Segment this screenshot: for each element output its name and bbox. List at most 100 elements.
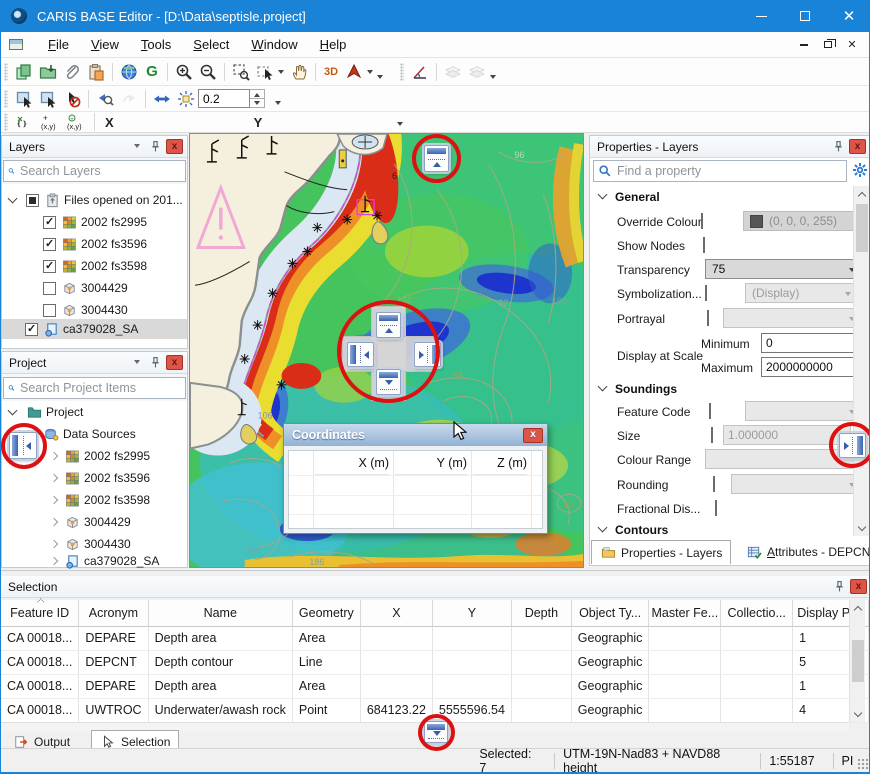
layers-search[interactable] — [3, 160, 186, 182]
select-tool-icon[interactable] — [253, 61, 277, 83]
edit-vertex-icon[interactable]: ❴❵ — [12, 111, 38, 133]
expand-icon[interactable] — [8, 194, 18, 204]
dock-center-bottom-button[interactable] — [376, 369, 401, 395]
collapsed-icon[interactable] — [50, 496, 58, 504]
toolbar-overflow[interactable] — [377, 75, 383, 82]
tolerance-stepper[interactable] — [250, 89, 265, 108]
properties-scrollbar[interactable] — [853, 186, 869, 536]
3d-view-icon[interactable]: 3D — [320, 61, 342, 83]
toolbar-overflow-4[interactable] — [397, 122, 403, 129]
layers-menu-caret-icon[interactable] — [129, 139, 145, 154]
selection-scrollbar[interactable] — [849, 600, 865, 722]
fractional-checkbox[interactable] — [715, 500, 717, 516]
selection-close-button[interactable]: x — [850, 579, 867, 594]
properties-search-input[interactable] — [617, 164, 842, 178]
dock-bottom-button[interactable] — [424, 721, 448, 743]
menu-help[interactable]: Help — [309, 33, 358, 56]
paste-icon[interactable] — [84, 61, 108, 83]
layer-checkbox[interactable] — [43, 216, 56, 229]
menu-tools[interactable]: Tools — [130, 33, 182, 56]
size-checkbox[interactable] — [711, 427, 713, 443]
tolerance-input[interactable] — [198, 89, 250, 108]
measure-angle-icon[interactable] — [408, 61, 432, 83]
dock-center-left-button[interactable] — [347, 342, 374, 367]
coordinates-close-button[interactable]: x — [523, 428, 543, 443]
minimize-button[interactable] — [739, 0, 783, 32]
select-tool-dropdown[interactable] — [278, 70, 284, 77]
selection-header-row[interactable]: Feature ID Acronym Name Geometry X Y Dep… — [1, 600, 869, 626]
override-colour-checkbox[interactable] — [701, 213, 703, 229]
coordinates-dialog-titlebar[interactable]: Coordinates x — [284, 424, 547, 446]
project-item-row[interactable]: 2002 fs3596 — [51, 468, 150, 488]
project-pin-icon[interactable] — [147, 355, 163, 370]
selection-table[interactable]: Feature ID Acronym Name Geometry X Y Dep… — [1, 600, 869, 723]
project-item-row[interactable]: 2002 fs2995 — [51, 446, 150, 466]
fit-width-icon[interactable] — [150, 88, 174, 110]
clear-selection-icon[interactable] — [60, 88, 84, 110]
google-earth-icon[interactable]: G — [141, 61, 163, 83]
toolbar-grip[interactable] — [4, 113, 8, 131]
layer-row[interactable]: 2002 fs3596 — [43, 234, 147, 254]
project-item-row[interactable]: 3004429 — [51, 512, 131, 532]
transparency-dropdown[interactable]: 75 — [705, 259, 861, 279]
maximize-button[interactable] — [783, 0, 827, 32]
layer-checkbox[interactable] — [43, 304, 56, 317]
collapsed-icon[interactable] — [50, 474, 58, 482]
layer-row-selected[interactable]: ca379028_SA — [2, 319, 187, 339]
project-menu-caret-icon[interactable] — [129, 355, 145, 370]
north-arrow-dropdown[interactable] — [367, 70, 373, 77]
toolbar-grip[interactable] — [4, 90, 8, 108]
mdi-document-icon[interactable] — [9, 39, 23, 50]
layer-row[interactable]: 3004429 — [43, 278, 128, 298]
zoom-out-icon[interactable] — [196, 61, 220, 83]
project-item-row[interactable]: 3004430 — [51, 534, 131, 554]
project-close-button[interactable]: x — [166, 355, 183, 370]
copy-layer-icon[interactable] — [12, 61, 36, 83]
mdi-close-button[interactable]: ✕ — [843, 37, 861, 53]
layer-checkbox[interactable] — [43, 260, 56, 273]
dock-right-button[interactable] — [839, 433, 866, 458]
properties-gear-icon[interactable] — [852, 162, 868, 181]
layer-row[interactable]: 3004430 — [43, 300, 128, 320]
project-item-row[interactable]: ca379028_SA — [51, 554, 159, 568]
new-selection-icon[interactable] — [12, 88, 36, 110]
web-map-icon[interactable] — [117, 61, 141, 83]
zoom-area-icon[interactable] — [229, 61, 253, 83]
collapsed-icon[interactable] — [50, 540, 58, 548]
layers-pin-icon[interactable] — [147, 139, 163, 154]
layers-root-row[interactable]: Files opened on 201... — [9, 190, 183, 210]
merge-icon[interactable] — [465, 61, 489, 83]
tab-attributes-depcnt[interactable]: Attributes - DEPCNT — [738, 540, 870, 564]
project-root-row[interactable]: Project — [9, 402, 83, 422]
root-checkbox[interactable] — [26, 194, 39, 207]
open-data-icon[interactable] — [36, 61, 60, 83]
pan-icon[interactable] — [287, 61, 311, 83]
menu-select[interactable]: Select — [182, 33, 240, 56]
dock-center-right-button[interactable] — [414, 342, 441, 367]
maximum-input[interactable]: 2000000000 — [761, 357, 863, 377]
collapsed-icon[interactable] — [50, 518, 58, 526]
layers-search-input[interactable] — [20, 164, 181, 178]
show-nodes-checkbox[interactable] — [703, 237, 705, 253]
insert-vertex-icon[interactable]: +(x,y) — [64, 111, 90, 133]
expand-icon[interactable] — [8, 406, 18, 416]
project-search[interactable] — [3, 377, 186, 399]
collapsed-icon[interactable] — [50, 452, 58, 460]
layer-row[interactable]: 2002 fs2995 — [43, 212, 147, 232]
symbolization-checkbox[interactable] — [705, 285, 707, 301]
north-arrow-icon[interactable] — [342, 61, 366, 83]
table-row[interactable]: CA 00018...DEPARE Depth areaArea Geograp… — [1, 674, 869, 698]
menu-view[interactable]: View — [80, 33, 130, 56]
feature-code-checkbox[interactable] — [709, 403, 711, 419]
layer-checkbox[interactable] — [43, 238, 56, 251]
portrayal-checkbox[interactable] — [707, 310, 709, 326]
next-view-icon[interactable] — [117, 88, 141, 110]
flatten-icon[interactable] — [441, 61, 465, 83]
tab-properties-layers[interactable]: Properties - Layers — [591, 540, 731, 564]
data-sources-row[interactable]: Data Sources — [43, 424, 136, 444]
layer-checkbox[interactable] — [25, 323, 38, 336]
dock-left-button[interactable] — [9, 432, 37, 459]
menu-file[interactable]: File — [37, 33, 80, 56]
minimum-input[interactable]: 0 — [761, 333, 863, 353]
attach-icon[interactable] — [60, 61, 84, 83]
